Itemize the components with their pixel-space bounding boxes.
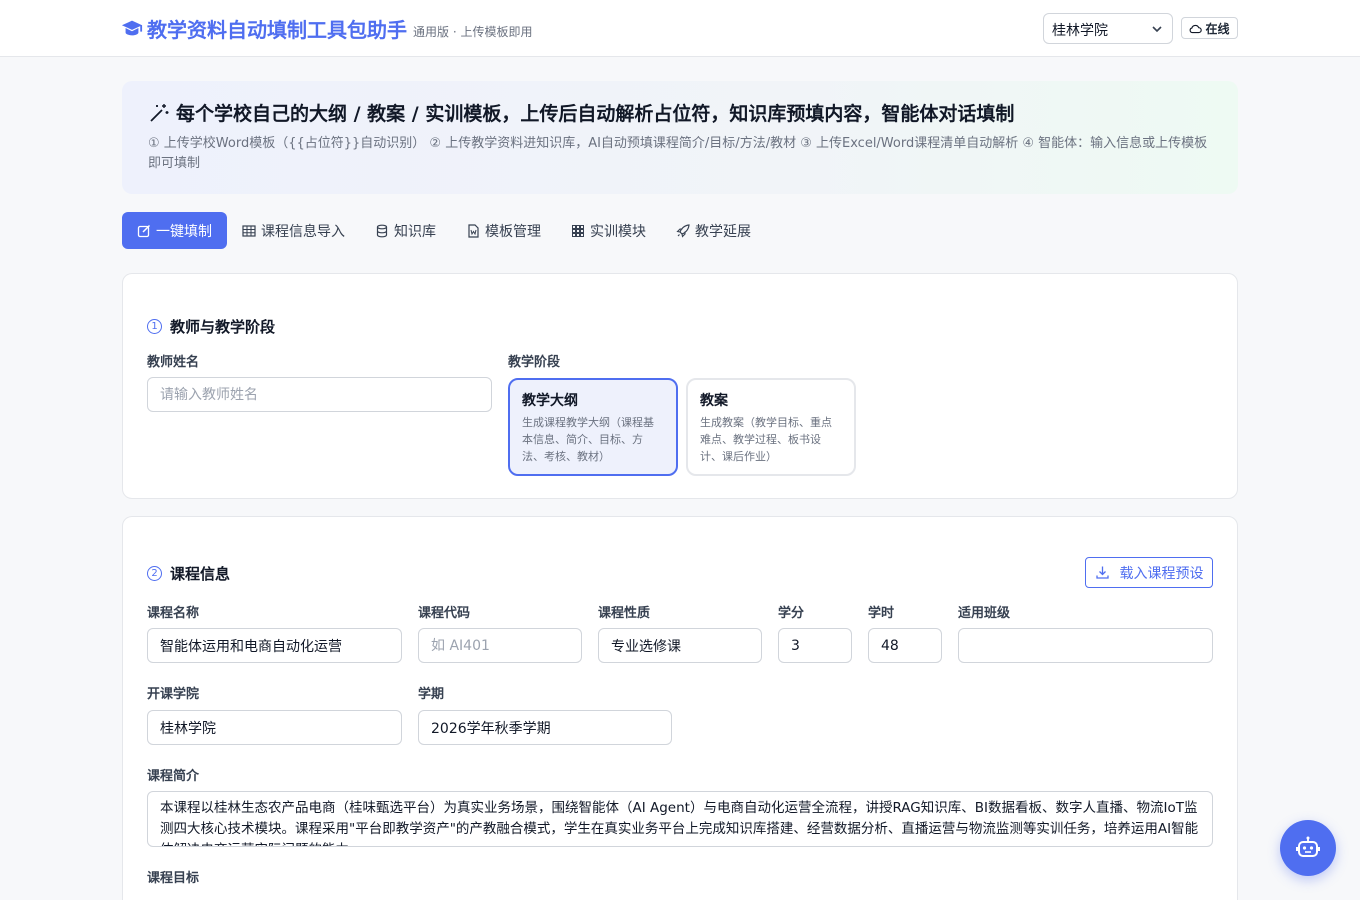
tab-one-click-fill[interactable]: 一键填制 [122,212,227,249]
online-status-badge: 在线 [1181,17,1238,39]
school-select-value: 桂林学院 [1052,23,1108,39]
course-intro-textarea[interactable]: 本课程以桂林生态农产品电商（桂味甄选平台）为真实业务场景，围绕智能体（AI Ag… [147,791,1213,847]
course-name-input[interactable]: 智能体运用和电商自动化运营 [147,628,402,663]
edit-icon [137,224,151,237]
graduation-cap-icon [121,20,143,36]
course-info-card: 2 课程信息 载入课程预设 课程名称 智能体运用和电商自动化运营 课程代码 课程… [122,516,1238,900]
stage-option-syllabus[interactable]: 教学大纲 生成课程教学大纲（课程基本信息、简介、目标、方法、考核、教材） [508,378,678,476]
robot-icon [1296,836,1320,857]
credit-input[interactable]: 3 [778,628,852,663]
section-number: 2 [147,566,162,581]
magic-wand-icon [150,103,169,122]
classes-input[interactable] [958,628,1213,663]
school-select[interactable]: 桂林学院 [1043,13,1173,44]
rocket-icon [676,223,690,238]
app-subtitle: 通用版 · 上传模板即用 [413,24,533,39]
main-tabs: 一键填制 课程信息导入 知识库 模板管理 实训模块 教学延展 [122,212,766,249]
teacher-name-input[interactable] [147,377,492,412]
course-intro-label: 课程简介 [147,769,200,784]
download-icon [1095,566,1109,579]
chevron-down-icon [1152,26,1162,33]
teacher-name-label: 教师姓名 [147,355,200,370]
ai-assistant-button[interactable] [1280,820,1336,876]
app-title: 教学资料自动填制工具包助手 [147,17,407,42]
hero-description: ① 上传学校Word模板（{{占位符}}自动识别） ② 上传教学资料进知识库，A… [148,136,1208,171]
hours-label: 学时 [868,606,895,621]
classes-label: 适用班级 [958,606,1011,621]
cloud-icon [1190,24,1203,33]
tab-course-import[interactable]: 课程信息导入 [227,212,360,249]
hero-title: 每个学校自己的大纲 / 教案 / 实训模板，上传后自动解析占位符，知识库预填内容… [176,103,1015,125]
tab-knowledge-base[interactable]: 知识库 [360,212,451,249]
stage-option-desc: 生成教案（教学目标、重点难点、教学过程、板书设计、课后作业） [700,416,832,463]
course-code-input[interactable] [418,628,582,663]
term-input[interactable]: 2026学年秋季学期 [418,710,672,745]
course-nature-input[interactable]: 专业选修课 [598,628,762,663]
college-input[interactable]: 桂林学院 [147,710,402,745]
section-title-teacher: 1 教师与教学阶段 [147,316,275,337]
hours-input[interactable]: 48 [868,628,942,663]
stage-option-lesson-plan[interactable]: 教案 生成教案（教学目标、重点难点、教学过程、板书设计、课后作业） [686,378,856,476]
load-course-preset-button[interactable]: 载入课程预设 [1085,557,1213,588]
tab-training-modules[interactable]: 实训模块 [556,212,661,249]
grid-icon [572,224,584,237]
course-goal-label: 课程目标 [147,871,200,886]
word-file-icon [468,223,479,238]
teaching-stage-label: 教学阶段 [508,355,561,370]
course-nature-label: 课程性质 [598,606,651,621]
stage-option-title: 教学大纲 [522,393,578,409]
course-code-label: 课程代码 [418,606,471,621]
stage-option-title: 教案 [700,393,728,409]
credit-label: 学分 [778,606,805,621]
college-label: 开课学院 [147,687,200,702]
term-label: 学期 [418,687,445,702]
hero-banner: 每个学校自己的大纲 / 教案 / 实训模板，上传后自动解析占位符，知识库预填内容… [122,81,1238,194]
online-status-text: 在线 [1205,21,1230,36]
section-title-course: 2 课程信息 [147,563,230,584]
database-icon [376,224,388,237]
brand: 教学资料自动填制工具包助手 通用版 · 上传模板即用 [121,14,532,42]
tab-template-management[interactable]: 模板管理 [451,212,556,249]
hero-title-row: 每个学校自己的大纲 / 教案 / 实训模板，上传后自动解析占位符，知识库预填内容… [148,99,1212,126]
table-icon [242,224,256,237]
stage-option-desc: 生成课程教学大纲（课程基本信息、简介、目标、方法、考核、教材） [522,416,654,463]
top-bar: 教学资料自动填制工具包助手 通用版 · 上传模板即用 桂林学院 在线 [0,0,1360,57]
course-name-label: 课程名称 [147,606,200,621]
section-number: 1 [147,319,162,334]
teacher-stage-card: 1 教师与教学阶段 教师姓名 教学阶段 教学大纲 生成课程教学大纲（课程基本信息… [122,273,1238,499]
tab-teaching-extension[interactable]: 教学延展 [661,212,766,249]
